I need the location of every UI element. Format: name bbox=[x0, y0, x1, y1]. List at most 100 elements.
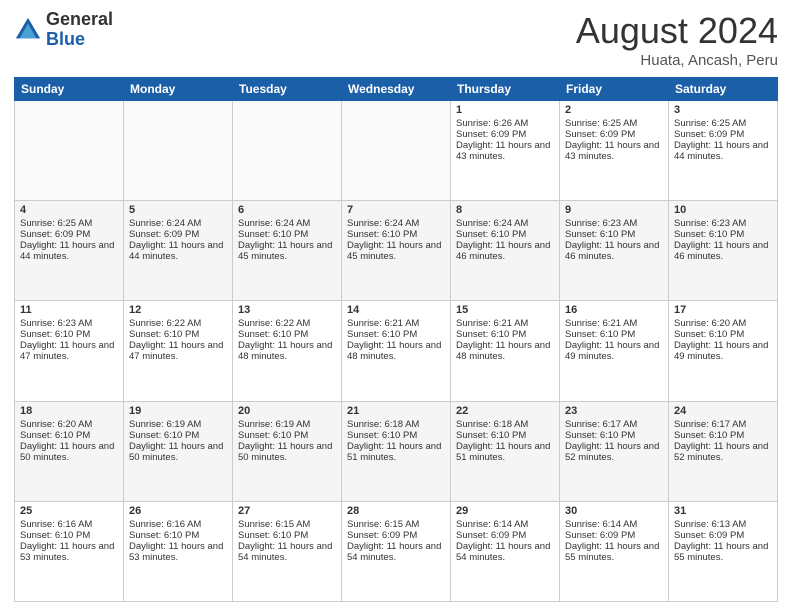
day-info: Sunrise: 6:15 AM bbox=[238, 519, 336, 530]
day-number: 13 bbox=[238, 304, 336, 316]
day-info: Sunset: 6:10 PM bbox=[674, 430, 772, 441]
calendar-cell: 13Sunrise: 6:22 AMSunset: 6:10 PMDayligh… bbox=[233, 301, 342, 401]
day-info: Sunrise: 6:16 AM bbox=[129, 519, 227, 530]
day-info: Sunrise: 6:22 AM bbox=[238, 318, 336, 329]
day-info: Sunset: 6:10 PM bbox=[347, 329, 445, 340]
title-block: August 2024 Huata, Ancash, Peru bbox=[576, 10, 778, 69]
calendar-cell: 4Sunrise: 6:25 AMSunset: 6:09 PMDaylight… bbox=[15, 201, 124, 301]
day-number: 27 bbox=[238, 505, 336, 517]
calendar-cell: 22Sunrise: 6:18 AMSunset: 6:10 PMDayligh… bbox=[451, 401, 560, 501]
day-info: Sunrise: 6:24 AM bbox=[238, 218, 336, 229]
day-number: 15 bbox=[456, 304, 554, 316]
calendar-cell: 26Sunrise: 6:16 AMSunset: 6:10 PMDayligh… bbox=[124, 501, 233, 601]
day-number: 14 bbox=[347, 304, 445, 316]
day-number: 26 bbox=[129, 505, 227, 517]
day-info: Sunset: 6:09 PM bbox=[347, 530, 445, 541]
calendar-cell: 27Sunrise: 6:15 AMSunset: 6:10 PMDayligh… bbox=[233, 501, 342, 601]
calendar-cell: 24Sunrise: 6:17 AMSunset: 6:10 PMDayligh… bbox=[669, 401, 778, 501]
day-info: Daylight: 11 hours and 46 minutes. bbox=[565, 240, 663, 262]
day-number: 19 bbox=[129, 405, 227, 417]
day-info: Sunrise: 6:14 AM bbox=[565, 519, 663, 530]
day-info: Sunset: 6:10 PM bbox=[20, 530, 118, 541]
day-number: 28 bbox=[347, 505, 445, 517]
day-info: Sunrise: 6:20 AM bbox=[20, 419, 118, 430]
day-number: 2 bbox=[565, 104, 663, 116]
day-info: Daylight: 11 hours and 47 minutes. bbox=[20, 340, 118, 362]
day-info: Sunset: 6:10 PM bbox=[238, 430, 336, 441]
calendar-cell: 17Sunrise: 6:20 AMSunset: 6:10 PMDayligh… bbox=[669, 301, 778, 401]
calendar-cell: 6Sunrise: 6:24 AMSunset: 6:10 PMDaylight… bbox=[233, 201, 342, 301]
day-number: 1 bbox=[456, 104, 554, 116]
day-number: 25 bbox=[20, 505, 118, 517]
day-info: Sunset: 6:10 PM bbox=[20, 329, 118, 340]
calendar-cell: 28Sunrise: 6:15 AMSunset: 6:09 PMDayligh… bbox=[342, 501, 451, 601]
day-number: 18 bbox=[20, 405, 118, 417]
calendar-cell: 9Sunrise: 6:23 AMSunset: 6:10 PMDaylight… bbox=[560, 201, 669, 301]
day-info: Daylight: 11 hours and 44 minutes. bbox=[20, 240, 118, 262]
day-info: Sunrise: 6:23 AM bbox=[565, 218, 663, 229]
day-info: Sunset: 6:10 PM bbox=[238, 530, 336, 541]
day-info: Daylight: 11 hours and 45 minutes. bbox=[347, 240, 445, 262]
day-of-week-saturday: Saturday bbox=[669, 78, 778, 101]
day-info: Sunset: 6:10 PM bbox=[565, 229, 663, 240]
day-info: Sunset: 6:09 PM bbox=[674, 530, 772, 541]
calendar-cell: 10Sunrise: 6:23 AMSunset: 6:10 PMDayligh… bbox=[669, 201, 778, 301]
day-number: 5 bbox=[129, 204, 227, 216]
day-info: Sunrise: 6:24 AM bbox=[456, 218, 554, 229]
day-number: 21 bbox=[347, 405, 445, 417]
day-info: Sunset: 6:10 PM bbox=[129, 430, 227, 441]
day-number: 29 bbox=[456, 505, 554, 517]
day-info: Sunrise: 6:21 AM bbox=[456, 318, 554, 329]
day-number: 20 bbox=[238, 405, 336, 417]
day-number: 30 bbox=[565, 505, 663, 517]
calendar-cell: 23Sunrise: 6:17 AMSunset: 6:10 PMDayligh… bbox=[560, 401, 669, 501]
day-info: Daylight: 11 hours and 46 minutes. bbox=[674, 240, 772, 262]
day-info: Sunset: 6:09 PM bbox=[674, 129, 772, 140]
day-info: Sunrise: 6:20 AM bbox=[674, 318, 772, 329]
day-info: Sunset: 6:10 PM bbox=[129, 530, 227, 541]
title-location: Huata, Ancash, Peru bbox=[576, 52, 778, 69]
day-info: Sunrise: 6:21 AM bbox=[565, 318, 663, 329]
day-info: Sunrise: 6:13 AM bbox=[674, 519, 772, 530]
day-number: 22 bbox=[456, 405, 554, 417]
day-of-week-sunday: Sunday bbox=[15, 78, 124, 101]
day-info: Daylight: 11 hours and 50 minutes. bbox=[20, 441, 118, 463]
day-info: Daylight: 11 hours and 51 minutes. bbox=[347, 441, 445, 463]
calendar-cell: 16Sunrise: 6:21 AMSunset: 6:10 PMDayligh… bbox=[560, 301, 669, 401]
day-info: Sunset: 6:10 PM bbox=[238, 229, 336, 240]
calendar-cell: 11Sunrise: 6:23 AMSunset: 6:10 PMDayligh… bbox=[15, 301, 124, 401]
day-info: Sunset: 6:10 PM bbox=[456, 430, 554, 441]
day-number: 17 bbox=[674, 304, 772, 316]
day-number: 8 bbox=[456, 204, 554, 216]
day-info: Sunrise: 6:25 AM bbox=[20, 218, 118, 229]
day-info: Daylight: 11 hours and 49 minutes. bbox=[674, 340, 772, 362]
title-month: August 2024 bbox=[576, 10, 778, 52]
calendar-cell: 20Sunrise: 6:19 AMSunset: 6:10 PMDayligh… bbox=[233, 401, 342, 501]
day-info: Sunrise: 6:19 AM bbox=[129, 419, 227, 430]
day-of-week-friday: Friday bbox=[560, 78, 669, 101]
day-of-week-wednesday: Wednesday bbox=[342, 78, 451, 101]
calendar: SundayMondayTuesdayWednesdayThursdayFrid… bbox=[14, 77, 778, 602]
logo-text: General Blue bbox=[46, 10, 113, 50]
day-info: Sunset: 6:10 PM bbox=[565, 329, 663, 340]
day-of-week-monday: Monday bbox=[124, 78, 233, 101]
day-info: Sunset: 6:10 PM bbox=[238, 329, 336, 340]
calendar-cell: 3Sunrise: 6:25 AMSunset: 6:09 PMDaylight… bbox=[669, 101, 778, 201]
day-number: 6 bbox=[238, 204, 336, 216]
calendar-cell: 2Sunrise: 6:25 AMSunset: 6:09 PMDaylight… bbox=[560, 101, 669, 201]
day-info: Sunset: 6:10 PM bbox=[20, 430, 118, 441]
calendar-cell: 19Sunrise: 6:19 AMSunset: 6:10 PMDayligh… bbox=[124, 401, 233, 501]
logo-icon bbox=[14, 16, 42, 44]
day-info: Sunrise: 6:22 AM bbox=[129, 318, 227, 329]
day-info: Daylight: 11 hours and 43 minutes. bbox=[565, 140, 663, 162]
day-info: Daylight: 11 hours and 51 minutes. bbox=[456, 441, 554, 463]
day-info: Sunrise: 6:21 AM bbox=[347, 318, 445, 329]
day-info: Daylight: 11 hours and 52 minutes. bbox=[565, 441, 663, 463]
day-info: Sunrise: 6:16 AM bbox=[20, 519, 118, 530]
day-info: Sunrise: 6:15 AM bbox=[347, 519, 445, 530]
calendar-cell: 1Sunrise: 6:26 AMSunset: 6:09 PMDaylight… bbox=[451, 101, 560, 201]
day-number: 3 bbox=[674, 104, 772, 116]
week-row-1: 4Sunrise: 6:25 AMSunset: 6:09 PMDaylight… bbox=[15, 201, 778, 301]
calendar-cell: 15Sunrise: 6:21 AMSunset: 6:10 PMDayligh… bbox=[451, 301, 560, 401]
day-info: Sunrise: 6:24 AM bbox=[347, 218, 445, 229]
